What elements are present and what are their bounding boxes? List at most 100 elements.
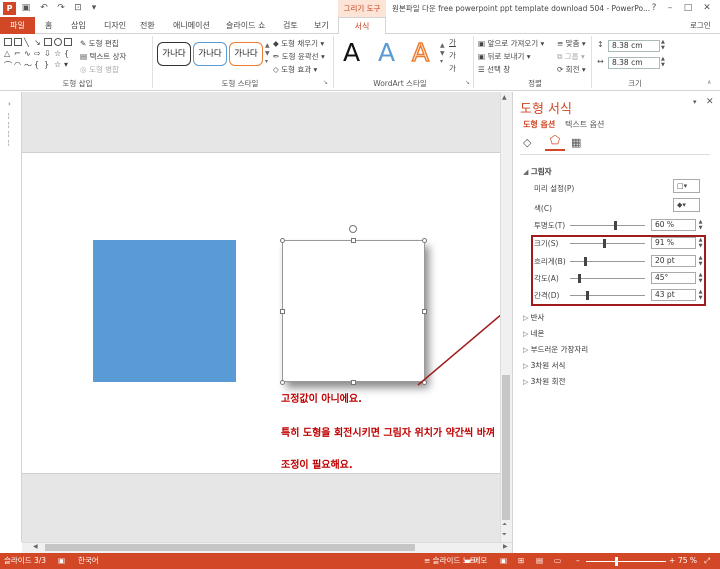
tab-animations[interactable]: 애니메이션 — [173, 17, 210, 34]
transparency-slider[interactable] — [570, 225, 645, 226]
tab-transitions[interactable]: 전환 — [140, 17, 155, 34]
dialog-launcher-icon[interactable]: ↘ — [465, 79, 470, 86]
zoom-in-icon[interactable]: + — [669, 553, 675, 569]
normal-view-icon[interactable]: ▣ — [500, 553, 507, 569]
horizontal-scroll-thumb[interactable] — [45, 544, 415, 551]
tab-design[interactable]: 디자인 — [104, 17, 126, 34]
edit-shape-button[interactable]: ✎ 도형 편집 — [80, 38, 119, 49]
oval-shape-icon[interactable] — [54, 38, 62, 46]
zoom-out-icon[interactable]: – — [576, 553, 580, 569]
shape-style-sample-3[interactable]: 가나다 — [229, 42, 263, 66]
vertical-scroll-thumb[interactable] — [502, 375, 510, 520]
effects-pentagon-icon[interactable]: ⬠ — [545, 133, 565, 151]
brace-right-shape-icon[interactable]: } — [44, 60, 49, 69]
undo-icon[interactable]: ↶ — [38, 2, 50, 14]
triangle-shape-icon[interactable]: △ — [4, 49, 10, 58]
3d-rotation-section-header[interactable]: ▷ 3차원 회전 — [523, 376, 565, 387]
fill-line-icon[interactable]: ◇ — [523, 136, 531, 149]
resize-handle[interactable] — [280, 238, 285, 243]
prev-slide-icon[interactable]: ⏶ — [502, 521, 507, 529]
rectangle-shape-icon[interactable] — [64, 38, 72, 46]
brace-left-shape-icon[interactable]: { — [34, 60, 39, 69]
resize-handle[interactable] — [351, 380, 356, 385]
wordart-style-blue[interactable]: A — [378, 38, 395, 67]
dialog-launcher-icon[interactable]: ↘ — [323, 79, 328, 86]
save-icon[interactable]: ▣ — [20, 2, 32, 14]
curve-connector-icon[interactable]: ∿ — [24, 49, 31, 58]
tab-slideshow[interactable]: 슬라이드 쇼 — [226, 17, 265, 34]
blue-rectangle-shape[interactable] — [93, 240, 236, 382]
rotate-handle-icon[interactable] — [349, 225, 357, 233]
arc-shape-icon[interactable]: ◠ — [14, 60, 21, 69]
transparency-spinner-icon[interactable]: ▲ ▼ — [697, 219, 704, 231]
customize-qat-icon[interactable]: ▾ — [88, 2, 100, 14]
selection-pane-button[interactable]: ☰ 선택 창 — [478, 64, 510, 75]
scroll-right-icon[interactable]: ▶ — [503, 543, 508, 550]
wave-shape-icon[interactable]: 〜 — [24, 60, 32, 71]
brace-shape-icon[interactable]: { — [64, 49, 69, 58]
star-shape-icon[interactable]: ☆ — [54, 60, 61, 69]
shape-gallery[interactable]: ╲ ↘ △ ⌐ ∿ ⇨ ⇩ ☆ { ⌒ ◠ 〜 { } ☆ ▾ — [4, 38, 78, 76]
3d-format-section-header[interactable]: ▷ 3차원 서식 — [523, 360, 565, 371]
line-shape-icon[interactable]: ╲ — [24, 38, 29, 47]
wordart-style-orange[interactable]: A — [411, 37, 430, 68]
resize-handle[interactable] — [351, 238, 356, 243]
tab-file[interactable]: 파일 — [0, 17, 35, 34]
zoom-slider[interactable] — [586, 561, 666, 562]
resize-handle[interactable] — [422, 380, 427, 385]
scroll-up-icon[interactable]: ▲ — [502, 94, 507, 101]
textbox-shape-icon[interactable] — [14, 38, 22, 46]
shape-outline-button[interactable]: ✏ 도형 윤곽선 ▾ — [273, 51, 325, 62]
redo-icon[interactable]: ↷ — [55, 2, 67, 14]
reading-view-icon[interactable]: ▤ — [536, 553, 543, 569]
wordart-style-black[interactable]: A — [343, 38, 360, 67]
tab-view[interactable]: 보기 — [314, 17, 329, 34]
reflection-section-header[interactable]: ▷ 반사 — [523, 312, 544, 323]
shadow-section-header[interactable]: ◢ 그림자 — [523, 166, 552, 177]
shape-height-field[interactable]: 8.38 cm — [608, 40, 660, 52]
rectangle-shape-icon[interactable] — [44, 38, 52, 46]
style-gallery-scroll-icon[interactable]: ▲ ▼ ▾ — [265, 42, 271, 66]
pane-close-icon[interactable]: ✕ — [706, 97, 714, 107]
soft-edges-section-header[interactable]: ▷ 부드러운 가장자리 — [523, 344, 588, 355]
rectangle-shape-icon[interactable] — [4, 38, 12, 46]
minimize-icon[interactable]: – — [664, 2, 676, 14]
login-link[interactable]: 로그인 — [690, 17, 711, 34]
fit-to-window-icon[interactable]: ⤢ — [704, 553, 710, 569]
text-fill-button[interactable]: 가 — [449, 37, 456, 48]
text-outline-button[interactable]: 가 — [449, 50, 456, 61]
bring-forward-button[interactable]: ▣ 앞으로 가져오기 ▾ — [478, 38, 544, 49]
shape-style-sample-2[interactable]: 가나다 — [193, 42, 227, 66]
tab-insert[interactable]: 삽입 — [71, 17, 86, 34]
pane-options-icon[interactable]: ▾ — [693, 98, 697, 106]
text-effects-button[interactable]: 가 — [449, 63, 456, 74]
wordart-gallery-scroll-icon[interactable]: ▲ ▼ ▾ — [440, 42, 446, 66]
zoom-level[interactable]: 75 % — [678, 553, 697, 569]
rotate-button[interactable]: ⟳ 회전 ▾ — [557, 64, 586, 75]
maximize-icon[interactable]: □ — [682, 2, 694, 14]
elbow-connector-icon[interactable]: ⌐ — [14, 49, 21, 58]
expand-thumbnails-icon[interactable]: › — [8, 100, 11, 108]
shape-width-field[interactable]: 8.38 cm — [608, 57, 660, 69]
next-slide-icon[interactable]: ⏷ — [502, 531, 507, 539]
more-shapes-icon[interactable]: ▾ — [64, 60, 68, 69]
tab-review[interactable]: 검토 — [283, 17, 298, 34]
transparency-value-field[interactable]: 60 % — [651, 219, 696, 231]
tab-text-options[interactable]: 텍스트 옵션 — [565, 119, 604, 130]
close-icon[interactable]: ✕ — [701, 2, 713, 14]
align-button[interactable]: ≡ 맞춤 ▾ — [557, 38, 586, 49]
merge-shapes-button[interactable]: ◎ 도형 병합 — [80, 64, 119, 75]
height-spinner-icon[interactable]: ▲ ▼ — [661, 39, 665, 51]
language-indicator[interactable]: 한국어 — [78, 553, 99, 569]
resize-handle[interactable] — [422, 238, 427, 243]
arrow-down-shape-icon[interactable]: ⇩ — [44, 49, 51, 58]
shape-effects-button[interactable]: ◇ 도형 효과 ▾ — [273, 64, 317, 75]
collapse-ribbon-icon[interactable]: ∧ — [707, 79, 711, 86]
shadow-preset-dropdown[interactable]: □▾ — [673, 179, 700, 193]
slideshow-view-icon[interactable]: ▭ — [554, 553, 561, 569]
powerpoint-app-icon[interactable]: P — [3, 2, 16, 15]
tab-format[interactable]: 서식 — [338, 17, 386, 35]
star-shape-icon[interactable]: ☆ — [54, 49, 61, 58]
glow-section-header[interactable]: ▷ 네온 — [523, 328, 544, 339]
send-backward-button[interactable]: ▣ 뒤로 보내기 ▾ — [478, 51, 531, 62]
